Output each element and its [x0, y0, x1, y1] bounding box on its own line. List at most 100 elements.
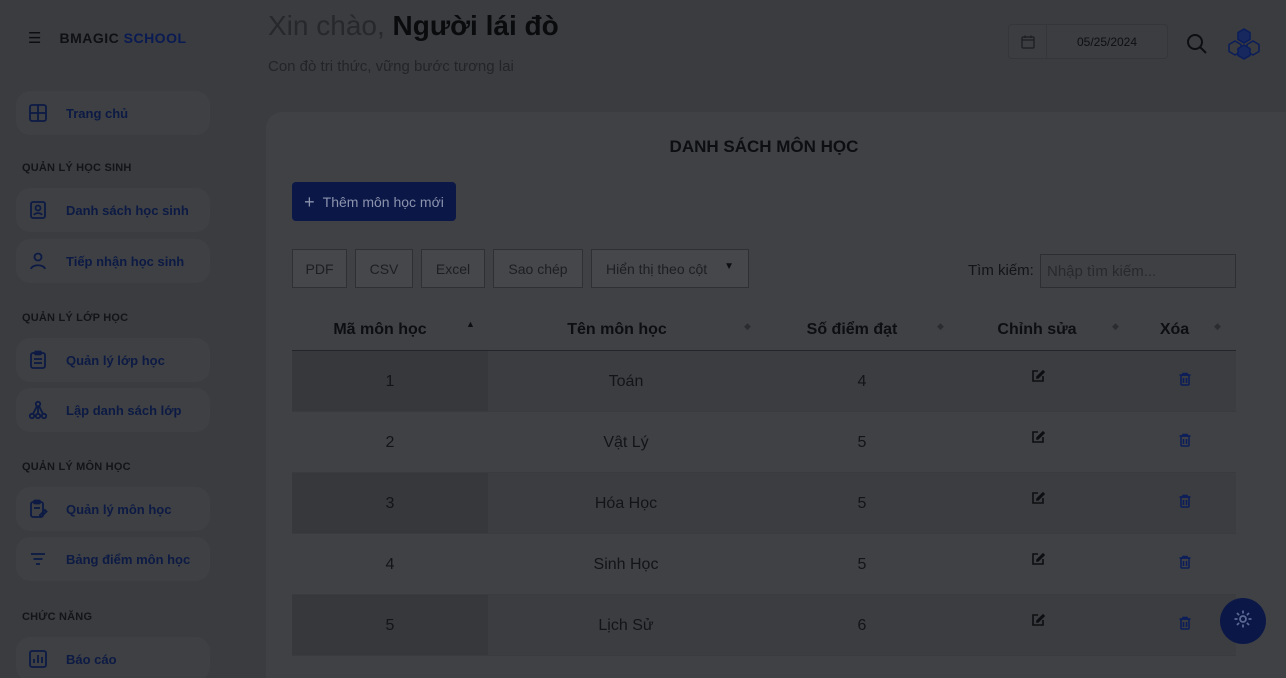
table-row: 5 Lịch Sử 6 — [292, 595, 1236, 656]
trash-icon[interactable] — [1165, 473, 1205, 534]
cell-id: 3 — [385, 494, 395, 512]
column-header-id[interactable]: Mã môn học — [292, 308, 468, 351]
sidebar-item-student-list[interactable]: Danh sách học sinh — [16, 188, 210, 232]
sidebar-item-label: Tiếp nhận học sinh — [66, 253, 185, 269]
date-picker[interactable]: 05/25/2024 — [1008, 24, 1168, 59]
trash-icon[interactable] — [1165, 412, 1205, 473]
gear-icon — [1233, 609, 1253, 634]
cell-id: 2 — [385, 433, 395, 451]
section-title-students: QUẢN LÝ HỌC SINH — [22, 162, 132, 174]
settings-button[interactable] — [1220, 598, 1266, 644]
sidebar-item-label: Danh sách học sinh — [66, 202, 189, 218]
brand-logo[interactable]: BMAGIC SCHOOL — [59, 30, 186, 46]
cell-name: Toán — [608, 372, 644, 390]
sort-icon: ◆ — [1214, 321, 1221, 331]
page-title: DANH SÁCH MÔN HỌC — [669, 137, 859, 156]
sidebar-item-home[interactable]: Trang chủ — [16, 91, 210, 135]
trash-icon[interactable] — [1165, 534, 1205, 595]
add-subject-label: Thêm môn học mới — [322, 193, 444, 210]
sidebar-item-label: Quản lý môn học — [66, 501, 172, 517]
export-excel-button[interactable]: Excel — [421, 249, 485, 288]
sidebar-item-reports[interactable]: Báo cáo — [16, 637, 210, 678]
cell-id: 4 — [385, 555, 395, 573]
edit-icon[interactable] — [1018, 412, 1058, 473]
sort-icon: ◆ — [1112, 321, 1119, 331]
edit-icon[interactable] — [1018, 473, 1058, 534]
table-header: Mã môn học ▲ Tên môn học ◆ Số điểm đạt ◆… — [292, 308, 1236, 351]
page-subtitle: Con đò tri thức, vững bước tương lai — [268, 58, 514, 75]
cell-name: Vật Lý — [603, 433, 649, 451]
user-icon — [28, 251, 48, 271]
edit-icon[interactable] — [1018, 534, 1058, 595]
clipboard-edit-icon — [28, 499, 48, 519]
sidebar-item-student-intake[interactable]: Tiếp nhận học sinh — [16, 239, 210, 283]
sidebar-item-label: Quản lý lớp học — [66, 352, 165, 368]
cell-id: 1 — [385, 372, 395, 390]
table-row: 3 Hóa Học 5 — [292, 473, 1236, 534]
column-header-name[interactable]: Tên môn học — [488, 308, 746, 351]
column-header-delete[interactable]: Xóa — [1127, 308, 1222, 351]
sidebar-item-subject-manage[interactable]: Quản lý môn học — [16, 487, 210, 531]
table-row: 4 Sinh Học 5 — [292, 534, 1236, 595]
user-name: Người lái đò — [392, 10, 559, 41]
edit-icon[interactable] — [1018, 595, 1058, 656]
filter-lines-icon — [28, 549, 48, 569]
cell-score: 6 — [857, 616, 867, 634]
sort-icon: ◆ — [937, 321, 944, 331]
clipboard-icon — [28, 350, 48, 370]
cell-score: 5 — [857, 555, 867, 573]
section-title-subjects: QUẢN LÝ MÔN HỌC — [22, 461, 131, 473]
menu-icon[interactable]: ☰ — [28, 31, 41, 46]
brand-suffix: SCHOOL — [123, 30, 187, 46]
cell-score: 5 — [857, 433, 867, 451]
cell-score: 5 — [857, 494, 867, 512]
caret-down-icon: ▼ — [724, 261, 734, 272]
sidebar-item-class-list[interactable]: Lập danh sách lớp — [16, 388, 210, 432]
plus-icon: + — [304, 191, 315, 212]
trash-icon[interactable] — [1165, 595, 1205, 656]
sidebar-item-label: Bảng điểm môn học — [66, 551, 191, 567]
cell-name: Hóa Học — [594, 494, 658, 512]
brand-prefix: BMAGIC — [59, 30, 120, 46]
subjects-table: Mã môn học ▲ Tên môn học ◆ Số điểm đạt ◆… — [292, 308, 1236, 656]
trash-icon[interactable] — [1165, 351, 1205, 412]
cell-id: 5 — [385, 616, 395, 634]
sidebar-item-label: Lập danh sách lớp — [66, 402, 182, 418]
edit-icon[interactable] — [1018, 351, 1058, 412]
table-row: 2 Vật Lý 5 — [292, 412, 1236, 473]
column-visibility-label: Hiển thị theo cột — [606, 260, 708, 277]
sidebar-item-label: Báo cáo — [66, 651, 117, 667]
table-row: 1 Toán 4 — [292, 351, 1236, 412]
sidebar-item-class-manage[interactable]: Quản lý lớp học — [16, 338, 210, 382]
page-greeting: Xin chào, Người lái đò — [268, 10, 559, 42]
search-label: Tìm kiếm: — [968, 262, 1034, 279]
sidebar: ☰ BMAGIC SCHOOL Trang chủ QUẢN LÝ HỌC SI… — [0, 0, 232, 678]
greeting-text: Xin chào, — [268, 10, 385, 41]
section-title-classes: QUẢN LÝ LỚP HỌC — [22, 312, 129, 324]
calendar-icon — [1009, 25, 1047, 58]
export-csv-button[interactable]: CSV — [355, 249, 413, 288]
column-visibility-dropdown[interactable]: Hiển thị theo cột ▼ — [591, 249, 749, 288]
sort-icon: ◆ — [744, 321, 751, 331]
sidebar-item-label: Trang chủ — [66, 105, 129, 121]
cell-score: 4 — [857, 372, 867, 390]
export-pdf-button[interactable]: PDF — [292, 249, 347, 288]
avatar[interactable] — [1226, 25, 1262, 61]
sort-icon: ▲ — [466, 319, 475, 329]
column-header-score[interactable]: Số điểm đạt — [762, 308, 942, 351]
brand: ☰ BMAGIC SCHOOL — [28, 30, 187, 46]
section-title-functions: CHỨC NĂNG — [22, 611, 93, 623]
bar-chart-icon — [28, 649, 48, 669]
hierarchy-icon — [28, 400, 48, 420]
copy-button[interactable]: Sao chép — [493, 249, 583, 288]
add-subject-button[interactable]: + Thêm môn học mới — [292, 182, 456, 221]
cell-name: Sinh Học — [593, 555, 659, 573]
date-value: 05/25/2024 — [1076, 34, 1138, 49]
sidebar-item-gradebook[interactable]: Bảng điểm môn học — [16, 537, 210, 581]
grid-icon — [28, 103, 48, 123]
column-header-edit[interactable]: Chỉnh sửa — [952, 308, 1122, 351]
search-input[interactable] — [1040, 254, 1236, 288]
search-icon[interactable] — [1186, 33, 1208, 55]
cell-name: Lịch Sử — [598, 616, 654, 634]
id-badge-icon — [28, 200, 48, 220]
